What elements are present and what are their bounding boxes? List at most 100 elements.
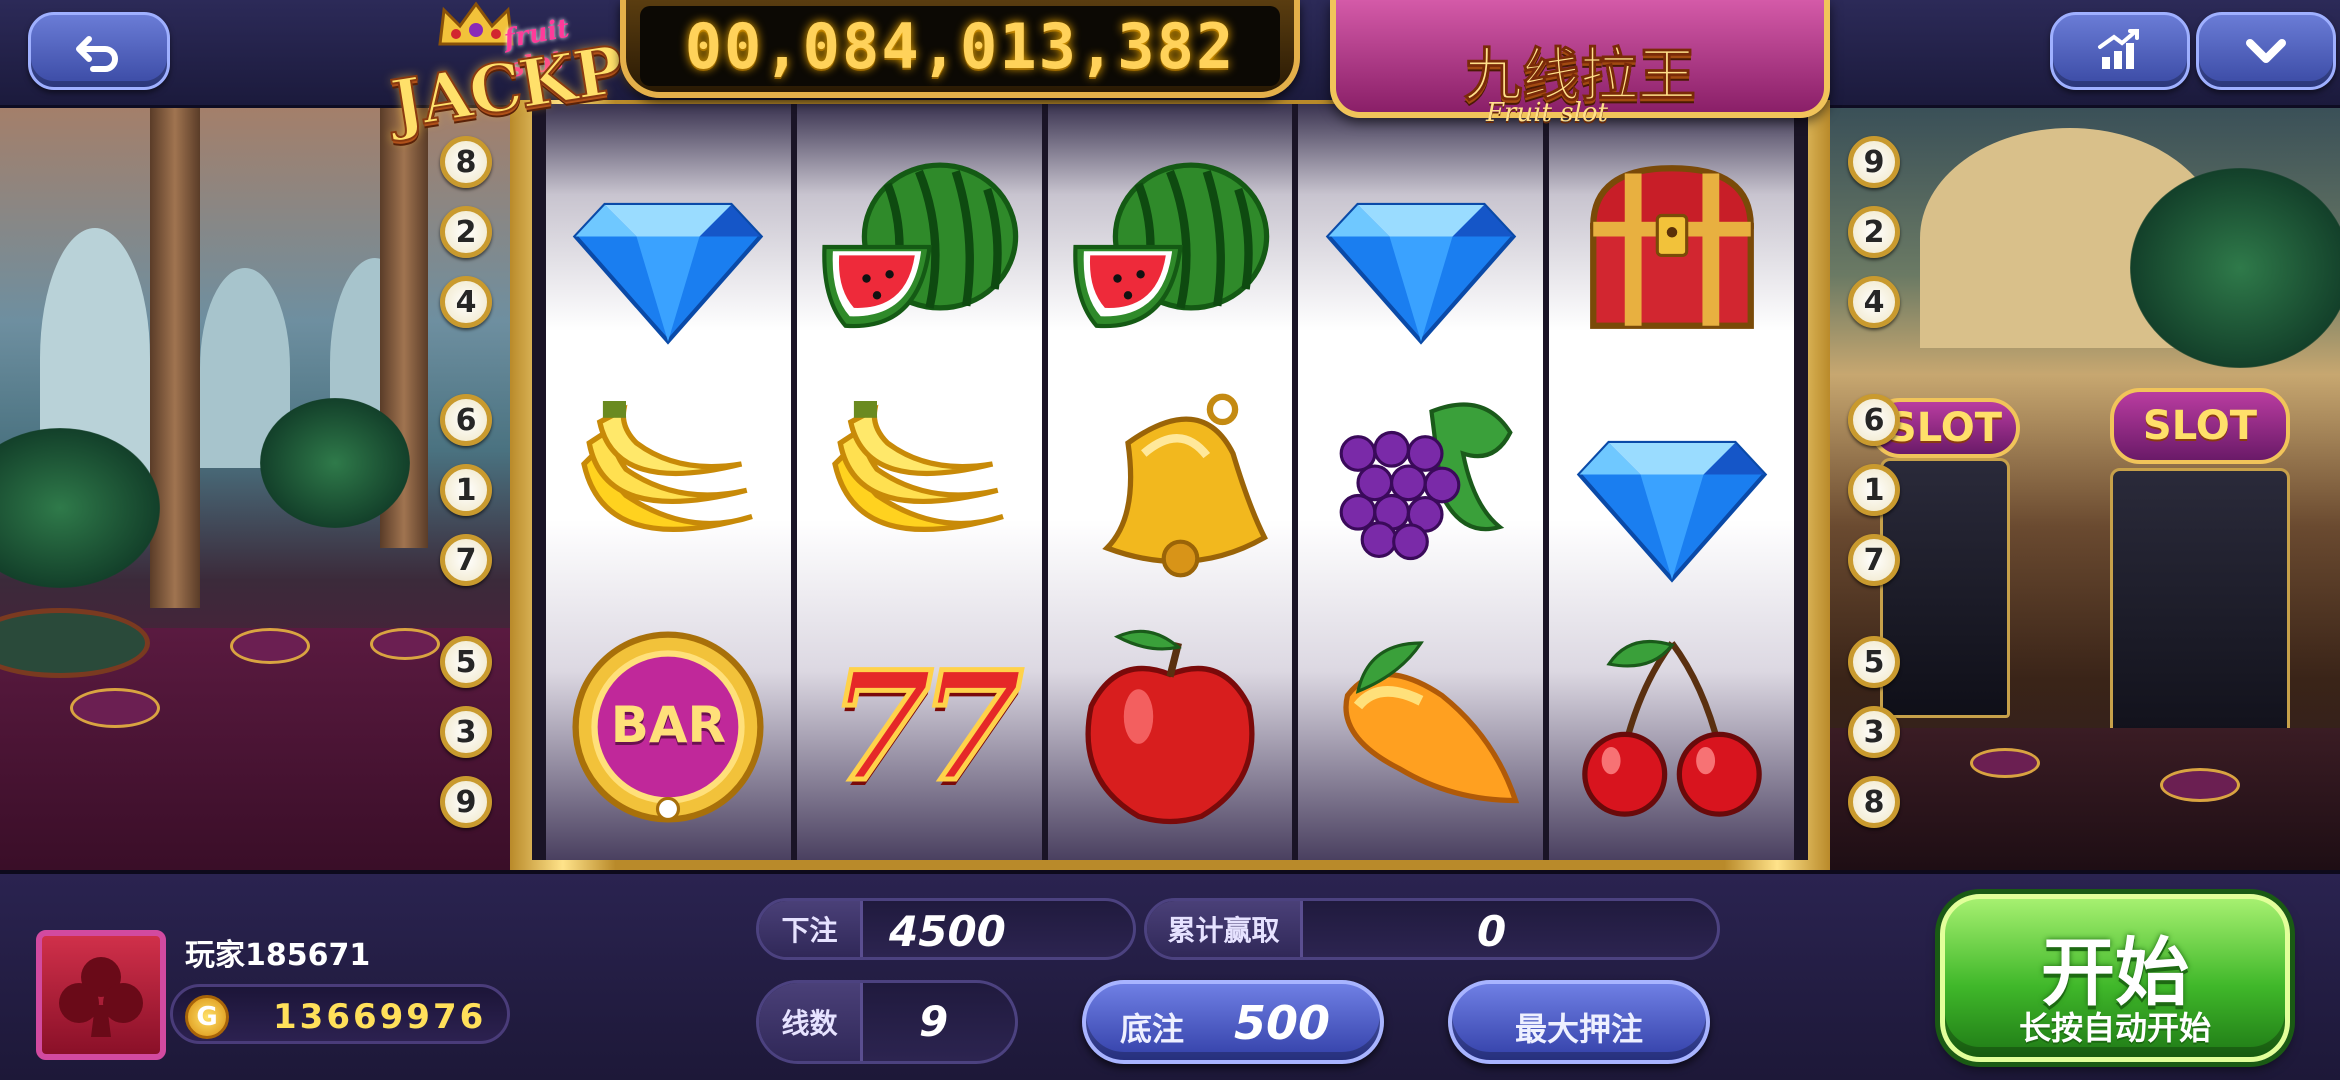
symbol-banana [797, 362, 1042, 607]
symbol-seven: 77 [797, 604, 1042, 849]
base-bet-button[interactable]: 底注 500 [1082, 980, 1384, 1064]
mango-icon [1343, 640, 1519, 803]
bet-label: 下注 [759, 901, 863, 957]
slot-game-screen: SLOT SLOT BAR 77 8 2 4 6 1 7 5 3 9 9 2 4… [0, 0, 2340, 1080]
line-marker-right-7: 5 [1848, 636, 1900, 688]
diamond-icon [573, 202, 764, 345]
reel-5 [1549, 104, 1794, 860]
slot-machine [1880, 458, 2010, 718]
winnings-display: 累计赢取 0 [1144, 898, 1720, 960]
back-arrow-icon [76, 36, 118, 72]
apple-icon [1085, 629, 1255, 824]
seven-text: 77 [826, 636, 1026, 817]
lines-label: 线数 [759, 983, 863, 1061]
reels-area: BAR 77 [532, 104, 1808, 860]
slot-sign-text: SLOT [2142, 403, 2258, 449]
pillar [150, 108, 200, 608]
symbol-bar: BAR [546, 604, 791, 849]
grape-icon [1339, 401, 1513, 560]
slot-machine [2110, 468, 2290, 768]
chair [1970, 748, 2040, 778]
cherry-icon [1581, 639, 1762, 817]
bar-stool [70, 688, 160, 728]
line-marker-left-4: 6 [440, 394, 492, 446]
player-avatar[interactable] [36, 930, 166, 1060]
symbol-diamond [546, 124, 791, 369]
line-marker-left-3: 4 [440, 276, 492, 328]
line-marker-left-6: 7 [440, 534, 492, 586]
symbol-banana [546, 362, 791, 607]
reel-4 [1298, 104, 1544, 860]
base-bet-label: 底注 [1120, 1010, 1185, 1048]
reel-2: 77 [796, 104, 1042, 860]
symbol-mango [1298, 604, 1543, 849]
bar-stool [370, 628, 440, 660]
gold-coin-icon: G [185, 995, 229, 1039]
chevron-down-icon [2246, 39, 2286, 63]
symbol-treasure-chest [1549, 124, 1794, 369]
symbol-grape [1298, 362, 1543, 607]
bottom-panel: 玩家185671 G 13669976 下注 4500 累计赢取 0 线数 9 … [0, 870, 2340, 1080]
reel-1: BAR [546, 104, 791, 860]
base-bet-value: 500 [1234, 996, 1331, 1050]
symbol-cherry [1549, 604, 1794, 849]
line-marker-right-1: 9 [1848, 136, 1900, 188]
banana-icon [581, 400, 754, 532]
collapse-menu-button[interactable] [2196, 12, 2336, 90]
player-name: 玩家185671 [185, 938, 371, 973]
palm-plant [2130, 168, 2340, 368]
line-marker-right-2: 2 [1848, 206, 1900, 258]
bar-text: BAR [610, 696, 727, 754]
slot-sign-right: SLOT [2110, 388, 2290, 464]
auto-start-hint: 长按自动开始 [2018, 1009, 2211, 1047]
symbol-watermelon [797, 124, 1042, 369]
symbol-diamond [1549, 362, 1794, 607]
bar-stool [230, 628, 310, 664]
banana-icon [832, 400, 1005, 532]
game-subtitle: Fruit slot [1486, 98, 1609, 128]
bet-display: 下注 4500 [756, 898, 1136, 960]
stats-chart-icon [2098, 29, 2139, 69]
floor [1830, 728, 2340, 870]
right-casino-scene: SLOT SLOT [1830, 108, 2340, 870]
lines-selector[interactable]: 线数 9 [756, 980, 1018, 1064]
line-marker-right-4: 6 [1848, 394, 1900, 446]
chair [2160, 768, 2240, 802]
slot-sign-text: SLOT [1887, 405, 2003, 451]
left-casino-scene [0, 108, 510, 870]
line-marker-left-5: 1 [440, 464, 492, 516]
club-icon [59, 957, 143, 1037]
reel-3 [1047, 104, 1293, 860]
symbol-bell [1048, 362, 1293, 607]
reel-frame: BAR 77 [510, 100, 1830, 870]
line-marker-right-6: 7 [1848, 534, 1900, 586]
coin-amount: 13669976 [273, 997, 487, 1037]
symbol-diamond [1298, 124, 1543, 369]
line-marker-left-8: 3 [440, 706, 492, 758]
bell-icon [1102, 393, 1268, 577]
jackpot-counter: 00,084,013,382 [620, 0, 1300, 98]
winnings-value: 0 [1477, 907, 1507, 956]
jackpot-amount: 00,084,013,382 [684, 9, 1236, 83]
max-bet-label: 最大押注 [1514, 1010, 1643, 1048]
winnings-label: 累计赢取 [1147, 901, 1303, 957]
diamond-icon [1325, 202, 1517, 345]
line-marker-right-9: 8 [1848, 776, 1900, 828]
game-title-plaque: 九线拉王 Fruit slot [1330, 0, 1830, 128]
line-marker-right-3: 4 [1848, 276, 1900, 328]
line-marker-right-8: 3 [1848, 706, 1900, 758]
line-marker-left-2: 2 [440, 206, 492, 258]
start-button[interactable]: 开始 长按自动开始 [1940, 894, 2290, 1062]
jackpot-logo: fruit slot JACKPOT [378, 0, 730, 160]
stats-button[interactable] [2050, 12, 2190, 90]
back-button[interactable] [28, 12, 170, 90]
palm-plant [260, 398, 410, 528]
bet-value: 4500 [889, 907, 1006, 956]
watermelon-icon [822, 161, 1019, 328]
lines-value: 9 [919, 997, 949, 1046]
max-bet-button[interactable]: 最大押注 [1448, 980, 1710, 1064]
treasure-chest-icon [1589, 164, 1754, 329]
symbol-watermelon [1048, 124, 1293, 369]
diamond-icon [1576, 440, 1767, 583]
line-marker-left-9: 9 [440, 776, 492, 828]
